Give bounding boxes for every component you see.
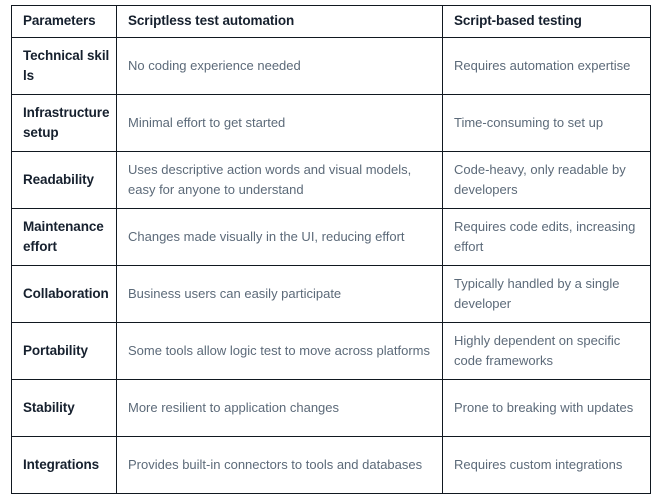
table-row: Portability Some tools allow logic test … [11,322,651,380]
column-header-parameters: Parameters [11,5,117,38]
cell-scriptless: Minimal effort to get started [116,94,443,152]
column-header-script-based-testing: Script-based testing [442,5,651,38]
cell-parameter: Maintenance effort [11,208,117,266]
cell-scriptless: No coding experience needed [116,37,443,95]
cell-script-based: Highly dependent on specific code framew… [442,322,651,380]
table-row: Infrastructure setup Minimal effort to g… [11,94,651,152]
table-row: Technical skills No coding experience ne… [11,37,651,95]
cell-script-based: Typically handled by a single developer [442,265,651,323]
cell-script-based: Requires automation expertise [442,37,651,95]
cell-script-based: Requires custom integrations [442,436,651,494]
table-row: Integrations Provides built-in connector… [11,436,651,494]
cell-parameter: Integrations [11,436,117,494]
cell-parameter: Technical skills [11,37,117,95]
cell-parameter: Infrastructure setup [11,94,117,152]
cell-scriptless: More resilient to application changes [116,379,443,437]
table-header: Parameters Scriptless test automation Sc… [11,5,651,38]
cell-scriptless: Uses descriptive action words and visual… [116,151,443,209]
cell-script-based: Time-consuming to set up [442,94,651,152]
table-header-row: Parameters Scriptless test automation Sc… [11,5,651,38]
cell-parameter: Portability [11,322,117,380]
table-row: Collaboration Business users can easily … [11,265,651,323]
cell-scriptless: Changes made visually in the UI, reducin… [116,208,443,266]
cell-script-based: Requires code edits, increasing effort [442,208,651,266]
cell-scriptless: Business users can easily participate [116,265,443,323]
cell-parameter: Collaboration [11,265,117,323]
table-body: Technical skills No coding experience ne… [11,37,651,494]
comparison-table: Parameters Scriptless test automation Sc… [11,5,651,494]
cell-scriptless: Provides built-in connectors to tools an… [116,436,443,494]
comparison-table-container: Parameters Scriptless test automation Sc… [11,5,651,494]
cell-script-based: Prone to breaking with updates [442,379,651,437]
cell-script-based: Code-heavy, only readable by developers [442,151,651,209]
cell-parameter: Readability [11,151,117,209]
table-row: Readability Uses descriptive action word… [11,151,651,209]
table-row: Maintenance effort Changes made visually… [11,208,651,266]
cell-parameter: Stability [11,379,117,437]
column-header-scriptless-test-automation: Scriptless test automation [116,5,443,38]
cell-scriptless: Some tools allow logic test to move acro… [116,322,443,380]
table-row: Stability More resilient to application … [11,379,651,437]
